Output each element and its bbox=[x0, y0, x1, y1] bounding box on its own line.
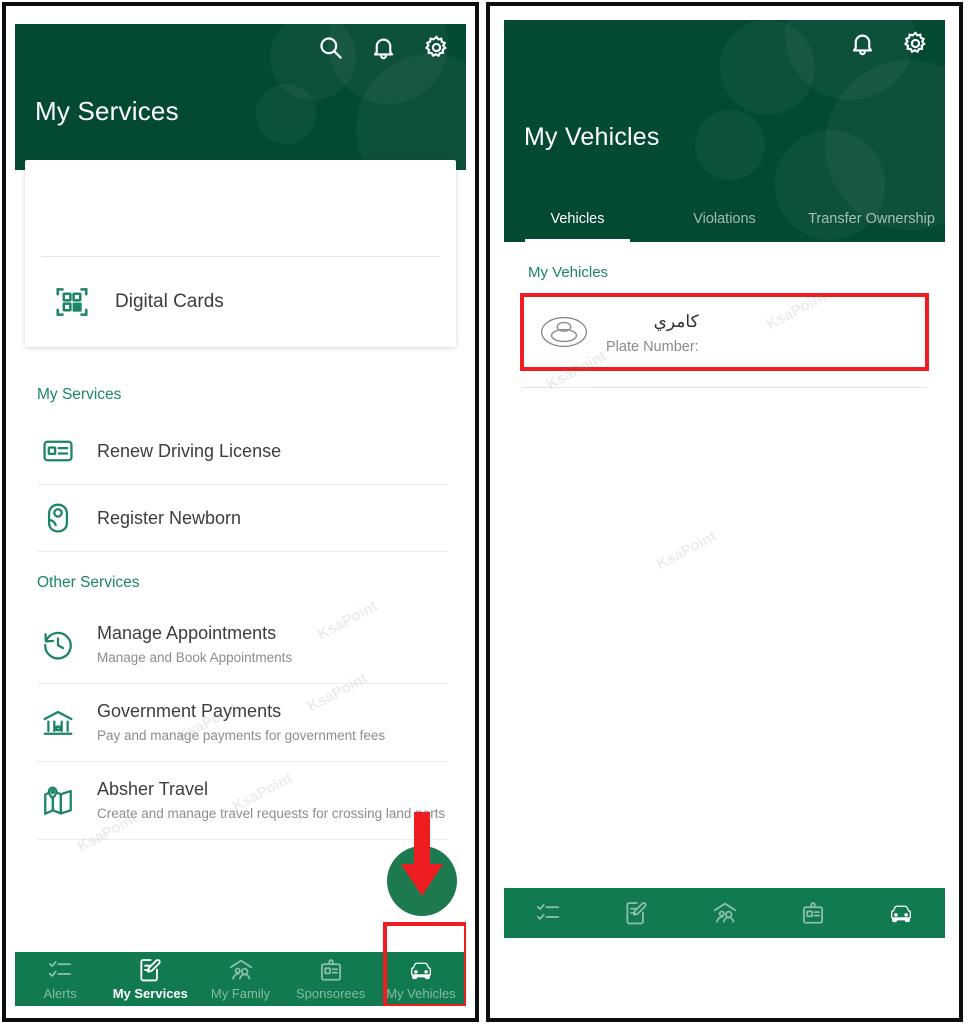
right-phone-frame: My Vehicles Vehicles Violations Transfer… bbox=[486, 2, 963, 1022]
right-phone-screen: My Vehicles Vehicles Violations Transfer… bbox=[504, 20, 945, 938]
right-app-header: My Vehicles Vehicles Violations Transfer… bbox=[504, 20, 945, 242]
tab-transfer-ownership[interactable]: Transfer Ownership bbox=[798, 210, 945, 242]
list-divider bbox=[37, 839, 448, 840]
nav-label: My Vehicles bbox=[864, 937, 938, 938]
search-icon[interactable] bbox=[317, 34, 344, 61]
checklist-icon bbox=[535, 900, 561, 926]
vehicle-list: كامري Plate Number: bbox=[504, 293, 945, 371]
clock-history-icon bbox=[41, 628, 75, 662]
service-text: Register Newborn bbox=[97, 507, 448, 530]
gear-icon[interactable] bbox=[902, 30, 929, 57]
nav-item-my-family[interactable]: My Family bbox=[195, 952, 285, 1006]
service-row-renew-driving-license[interactable]: Renew Driving License bbox=[15, 418, 466, 484]
red-down-arrow bbox=[399, 812, 445, 900]
service-text: Manage Appointments Manage and Book Appo… bbox=[97, 622, 448, 667]
car-icon bbox=[888, 900, 914, 926]
watermark: KsaPoint bbox=[653, 527, 720, 574]
nav-item-my-vehicles[interactable]: My Vehicles bbox=[376, 952, 466, 1006]
vehicle-info: كامري Plate Number: bbox=[606, 310, 699, 355]
tab-vehicles[interactable]: Vehicles bbox=[504, 210, 651, 242]
left-header-icon-group bbox=[317, 34, 450, 61]
note-edit-icon bbox=[137, 957, 163, 983]
right-vehicles-body: My Vehicles كامري Plate Number: KsaPoint bbox=[504, 242, 945, 884]
vehicle-card-camry[interactable]: كامري Plate Number: bbox=[520, 293, 929, 371]
left-phone-screen: My Services Digital Cards My Services Re… bbox=[15, 24, 466, 1006]
section-label-my-services: My Services bbox=[37, 386, 122, 403]
service-text: Absher Travel Create and manage travel r… bbox=[97, 778, 448, 823]
service-text: Government Payments Pay and manage payme… bbox=[97, 700, 448, 745]
left-bottom-nav: Alerts My Services My Family Sponsorees … bbox=[15, 952, 466, 1006]
vehicle-name: كامري bbox=[653, 311, 699, 331]
left-app-header: My Services bbox=[15, 24, 466, 170]
newborn-icon bbox=[41, 501, 75, 535]
nav-label: My Services bbox=[112, 986, 188, 1001]
service-title: Government Payments bbox=[97, 701, 282, 721]
family-icon bbox=[228, 957, 254, 983]
nav-item-my-services[interactable] bbox=[592, 888, 680, 938]
car-icon bbox=[408, 957, 434, 983]
service-subtitle: Manage and Book Appointments bbox=[97, 650, 293, 665]
nav-label: Alerts bbox=[43, 986, 77, 1001]
bank-icon bbox=[41, 706, 75, 740]
family-icon bbox=[712, 900, 738, 926]
note-edit-icon bbox=[623, 900, 649, 926]
checklist-icon bbox=[47, 957, 73, 983]
nav-item-my-vehicles[interactable]: My Vehicles bbox=[857, 888, 945, 938]
id-card-icon bbox=[41, 434, 75, 468]
tab-violations[interactable]: Violations bbox=[651, 210, 798, 242]
service-subtitle: Create and manage travel requests for cr… bbox=[97, 806, 446, 821]
digital-cards-row[interactable]: Digital Cards bbox=[25, 257, 456, 347]
badge-id-icon bbox=[318, 957, 344, 983]
bokeh-decoration bbox=[720, 20, 815, 115]
bokeh-decoration bbox=[695, 110, 765, 180]
vehicle-tabs: Vehicles Violations Transfer Ownership bbox=[504, 180, 945, 242]
service-title: Register Newborn bbox=[97, 507, 242, 528]
right-header-icon-group bbox=[849, 30, 929, 57]
bell-icon[interactable] bbox=[370, 34, 397, 61]
digital-cards-label: Digital Cards bbox=[115, 291, 224, 312]
service-subtitle: Pay and manage payments for government f… bbox=[97, 728, 386, 743]
service-text: Renew Driving License bbox=[97, 440, 448, 463]
vehicle-list-divider bbox=[522, 387, 927, 388]
nav-item-alerts[interactable] bbox=[504, 888, 592, 938]
section-label-my-vehicles: My Vehicles bbox=[528, 264, 609, 281]
badge-id-icon bbox=[800, 900, 826, 926]
service-title: Absher Travel bbox=[97, 779, 209, 799]
left-phone-frame: My Services Digital Cards My Services Re… bbox=[2, 2, 479, 1022]
toyota-logo-icon bbox=[540, 315, 588, 349]
service-row-register-newborn[interactable]: Register Newborn bbox=[15, 485, 466, 551]
right-bottom-nav: My Vehicles bbox=[504, 888, 945, 938]
left-services-body: My Services Renew Driving License Regist… bbox=[15, 364, 466, 1006]
right-page-title: My Vehicles bbox=[524, 123, 660, 151]
left-page-title: My Services bbox=[35, 96, 179, 126]
nav-item-my-services[interactable]: My Services bbox=[105, 952, 195, 1006]
nav-item-sponsorees[interactable]: Sponsorees bbox=[286, 952, 376, 1006]
qr-code-icon bbox=[53, 283, 91, 321]
nav-item-sponsorees[interactable] bbox=[769, 888, 857, 938]
screenshot-root: My Services Digital Cards My Services Re… bbox=[0, 0, 971, 1024]
vehicle-plate-label: Plate Number: bbox=[606, 338, 699, 355]
service-row-manage-appointments[interactable]: Manage Appointments Manage and Book Appo… bbox=[15, 606, 466, 683]
digital-cards-card: Digital Cards bbox=[25, 160, 456, 347]
gear-icon[interactable] bbox=[423, 34, 450, 61]
service-row-government-payments[interactable]: Government Payments Pay and manage payme… bbox=[15, 684, 466, 761]
nav-item-my-family[interactable] bbox=[680, 888, 768, 938]
bokeh-decoration bbox=[256, 84, 316, 144]
service-title: Manage Appointments bbox=[97, 623, 277, 643]
bell-icon[interactable] bbox=[849, 30, 876, 57]
nav-item-alerts[interactable]: Alerts bbox=[15, 952, 105, 1006]
map-pin-icon bbox=[41, 784, 75, 818]
nav-label: Sponsorees bbox=[296, 986, 366, 1001]
nav-label: My Vehicles bbox=[386, 986, 456, 1001]
service-title: Renew Driving License bbox=[97, 440, 282, 461]
card-blank-area bbox=[25, 160, 456, 256]
section-label-other-services: Other Services bbox=[37, 574, 140, 591]
nav-label: My Family bbox=[210, 986, 271, 1001]
